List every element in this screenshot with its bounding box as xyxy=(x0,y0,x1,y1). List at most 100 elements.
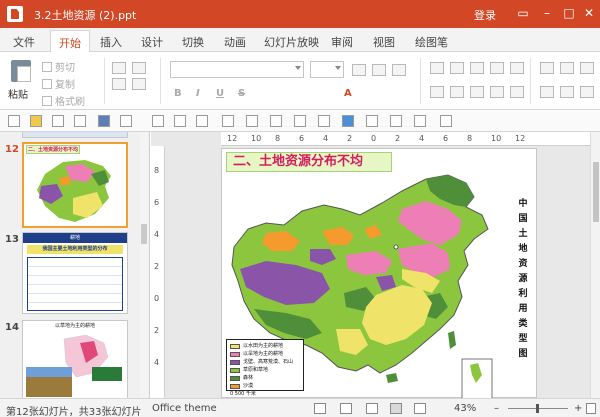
shapes-icon[interactable] xyxy=(294,115,306,127)
columns-icon[interactable] xyxy=(510,86,524,98)
slide-thumbnail-14[interactable]: 以草地为主的耕地 xyxy=(22,320,128,398)
numbering-icon[interactable] xyxy=(450,62,464,74)
section-icon[interactable] xyxy=(132,78,146,90)
slide-thumbnail-11[interactable] xyxy=(22,132,128,138)
align-center-icon[interactable] xyxy=(450,86,464,98)
font-color-button[interactable]: A xyxy=(344,88,352,99)
bullets-icon[interactable] xyxy=(430,62,444,74)
align-icon[interactable] xyxy=(366,115,378,127)
underline-button[interactable]: U xyxy=(216,88,224,99)
smartart-icon[interactable] xyxy=(318,115,330,127)
pointer-icon[interactable] xyxy=(196,115,208,127)
ruler-tick-label: 0 xyxy=(371,134,377,143)
tab-file[interactable]: 文件 xyxy=(13,34,35,50)
slide-count: 第12张幻灯片，共33张幻灯片 xyxy=(6,407,142,417)
arrange-icon[interactable] xyxy=(560,62,574,74)
comments-icon[interactable] xyxy=(340,403,352,414)
slide-number: 14 xyxy=(5,322,19,333)
shape-outline-icon[interactable] xyxy=(560,86,574,98)
chevron-down-icon xyxy=(295,66,301,70)
zoom-slider-knob[interactable] xyxy=(536,404,539,413)
maximize-icon[interactable]: □ xyxy=(558,4,580,22)
panel-scrollbar[interactable] xyxy=(140,132,148,398)
italic-button[interactable]: I xyxy=(196,88,200,99)
hyperlink-icon[interactable] xyxy=(440,115,452,127)
zoom-in-icon[interactable]: + xyxy=(574,403,582,414)
tab-insert[interactable]: 插入 xyxy=(100,34,122,50)
chart-icon[interactable] xyxy=(342,115,354,127)
ruler-tick-label: 10 xyxy=(251,134,262,143)
zoom-out-icon[interactable]: – xyxy=(494,403,499,414)
scroll-thumb[interactable] xyxy=(593,162,599,222)
layout-icon[interactable] xyxy=(132,62,146,74)
scroll-thumb[interactable] xyxy=(141,224,147,244)
reading-view-icon[interactable] xyxy=(414,403,426,414)
tab-transitions[interactable]: 切换 xyxy=(182,34,204,50)
redo-icon[interactable] xyxy=(74,115,86,127)
tab-slideshow[interactable]: 幻灯片放映 xyxy=(264,34,319,50)
copy-icon[interactable] xyxy=(120,115,132,127)
reset-icon[interactable] xyxy=(112,78,126,90)
new-slide-icon[interactable] xyxy=(112,62,126,74)
legend-label: 以水田为主的耕地 xyxy=(243,343,284,349)
close-icon[interactable]: ✕ xyxy=(578,4,600,22)
scissors-icon xyxy=(42,61,52,72)
textbox-icon[interactable] xyxy=(246,115,258,127)
tab-draw-pen[interactable]: 绘图笔 xyxy=(415,34,448,50)
tab-view[interactable]: 视图 xyxy=(373,34,395,50)
font-size-select[interactable] xyxy=(310,61,344,78)
paste-button[interactable]: 粘贴 xyxy=(8,60,36,106)
fit-to-window-icon[interactable] xyxy=(586,403,596,414)
tab-home[interactable]: 开始 xyxy=(50,30,90,53)
vertical-title-char: 用 xyxy=(518,304,528,314)
slide-thumbnail-13[interactable]: 耕地 我国主要土地利用类型的分布 xyxy=(22,232,128,314)
clipboard-group: 剪切 复制 格式刷 xyxy=(42,58,102,109)
new-file-icon[interactable] xyxy=(8,115,20,127)
grow-font-icon[interactable] xyxy=(352,64,366,76)
align-left-icon[interactable] xyxy=(430,86,444,98)
print-icon[interactable] xyxy=(152,115,164,127)
current-slide[interactable]: 二、土地资源分布不均 中 国 土 地 资 源 利 用 类 型 图 以水田为主的耕… xyxy=(221,148,537,398)
justify-icon[interactable] xyxy=(490,86,504,98)
line-spacing-icon[interactable] xyxy=(510,62,524,74)
clear-format-icon[interactable] xyxy=(392,64,406,76)
bold-button[interactable]: B xyxy=(174,88,182,99)
legend-item: 草原和草地 xyxy=(230,366,300,374)
slide-thumbnail-12[interactable]: 二、土地资源分布不均 xyxy=(22,142,128,228)
strikethrough-button[interactable]: S xyxy=(238,88,245,99)
normal-view-icon[interactable] xyxy=(366,403,378,414)
omega-symbol-icon[interactable] xyxy=(390,115,402,127)
copy-button[interactable]: 复制 xyxy=(42,75,102,92)
shrink-font-icon[interactable] xyxy=(372,64,386,76)
slide-sorter-view-icon[interactable] xyxy=(390,403,402,414)
format-painter-button[interactable]: 格式刷 xyxy=(42,92,102,109)
zoom-slider[interactable] xyxy=(508,404,568,413)
ribbon-toggle-icon[interactable]: ▭ xyxy=(512,4,534,22)
map-legend: 以水田为主的耕地 以旱地为主的耕地 戈壁、高寒荒漠、石山 草原和草地 森林 沙漠 0 500… xyxy=(226,339,304,397)
shape-fill-icon[interactable] xyxy=(540,86,554,98)
align-right-icon[interactable] xyxy=(470,86,484,98)
canvas-scrollbar[interactable] xyxy=(590,132,600,398)
notes-view-icon[interactable] xyxy=(314,403,326,414)
decrease-indent-icon[interactable] xyxy=(470,62,484,74)
shapes-icon[interactable] xyxy=(540,62,554,74)
undo-icon[interactable] xyxy=(52,115,64,127)
link-icon[interactable] xyxy=(414,115,426,127)
login-button[interactable]: 登录 xyxy=(474,7,496,23)
cut-button[interactable]: 剪切 xyxy=(42,58,102,75)
picture-icon[interactable] xyxy=(270,115,282,127)
print-preview-icon[interactable] xyxy=(174,115,186,127)
table-icon[interactable] xyxy=(222,115,234,127)
open-folder-icon[interactable] xyxy=(30,115,42,127)
font-family-select[interactable] xyxy=(170,61,304,78)
tab-design[interactable]: 设计 xyxy=(141,34,163,50)
minimize-icon[interactable]: – xyxy=(536,4,558,22)
vertical-title-char: 源 xyxy=(518,274,528,284)
quick-styles-icon[interactable] xyxy=(580,62,594,74)
shape-effects-icon[interactable] xyxy=(580,86,594,98)
tab-review[interactable]: 审阅 xyxy=(331,34,353,50)
increase-indent-icon[interactable] xyxy=(490,62,504,74)
save-icon[interactable] xyxy=(98,115,110,127)
tab-animations[interactable]: 动画 xyxy=(224,34,246,50)
quick-access-toolbar xyxy=(0,110,600,132)
